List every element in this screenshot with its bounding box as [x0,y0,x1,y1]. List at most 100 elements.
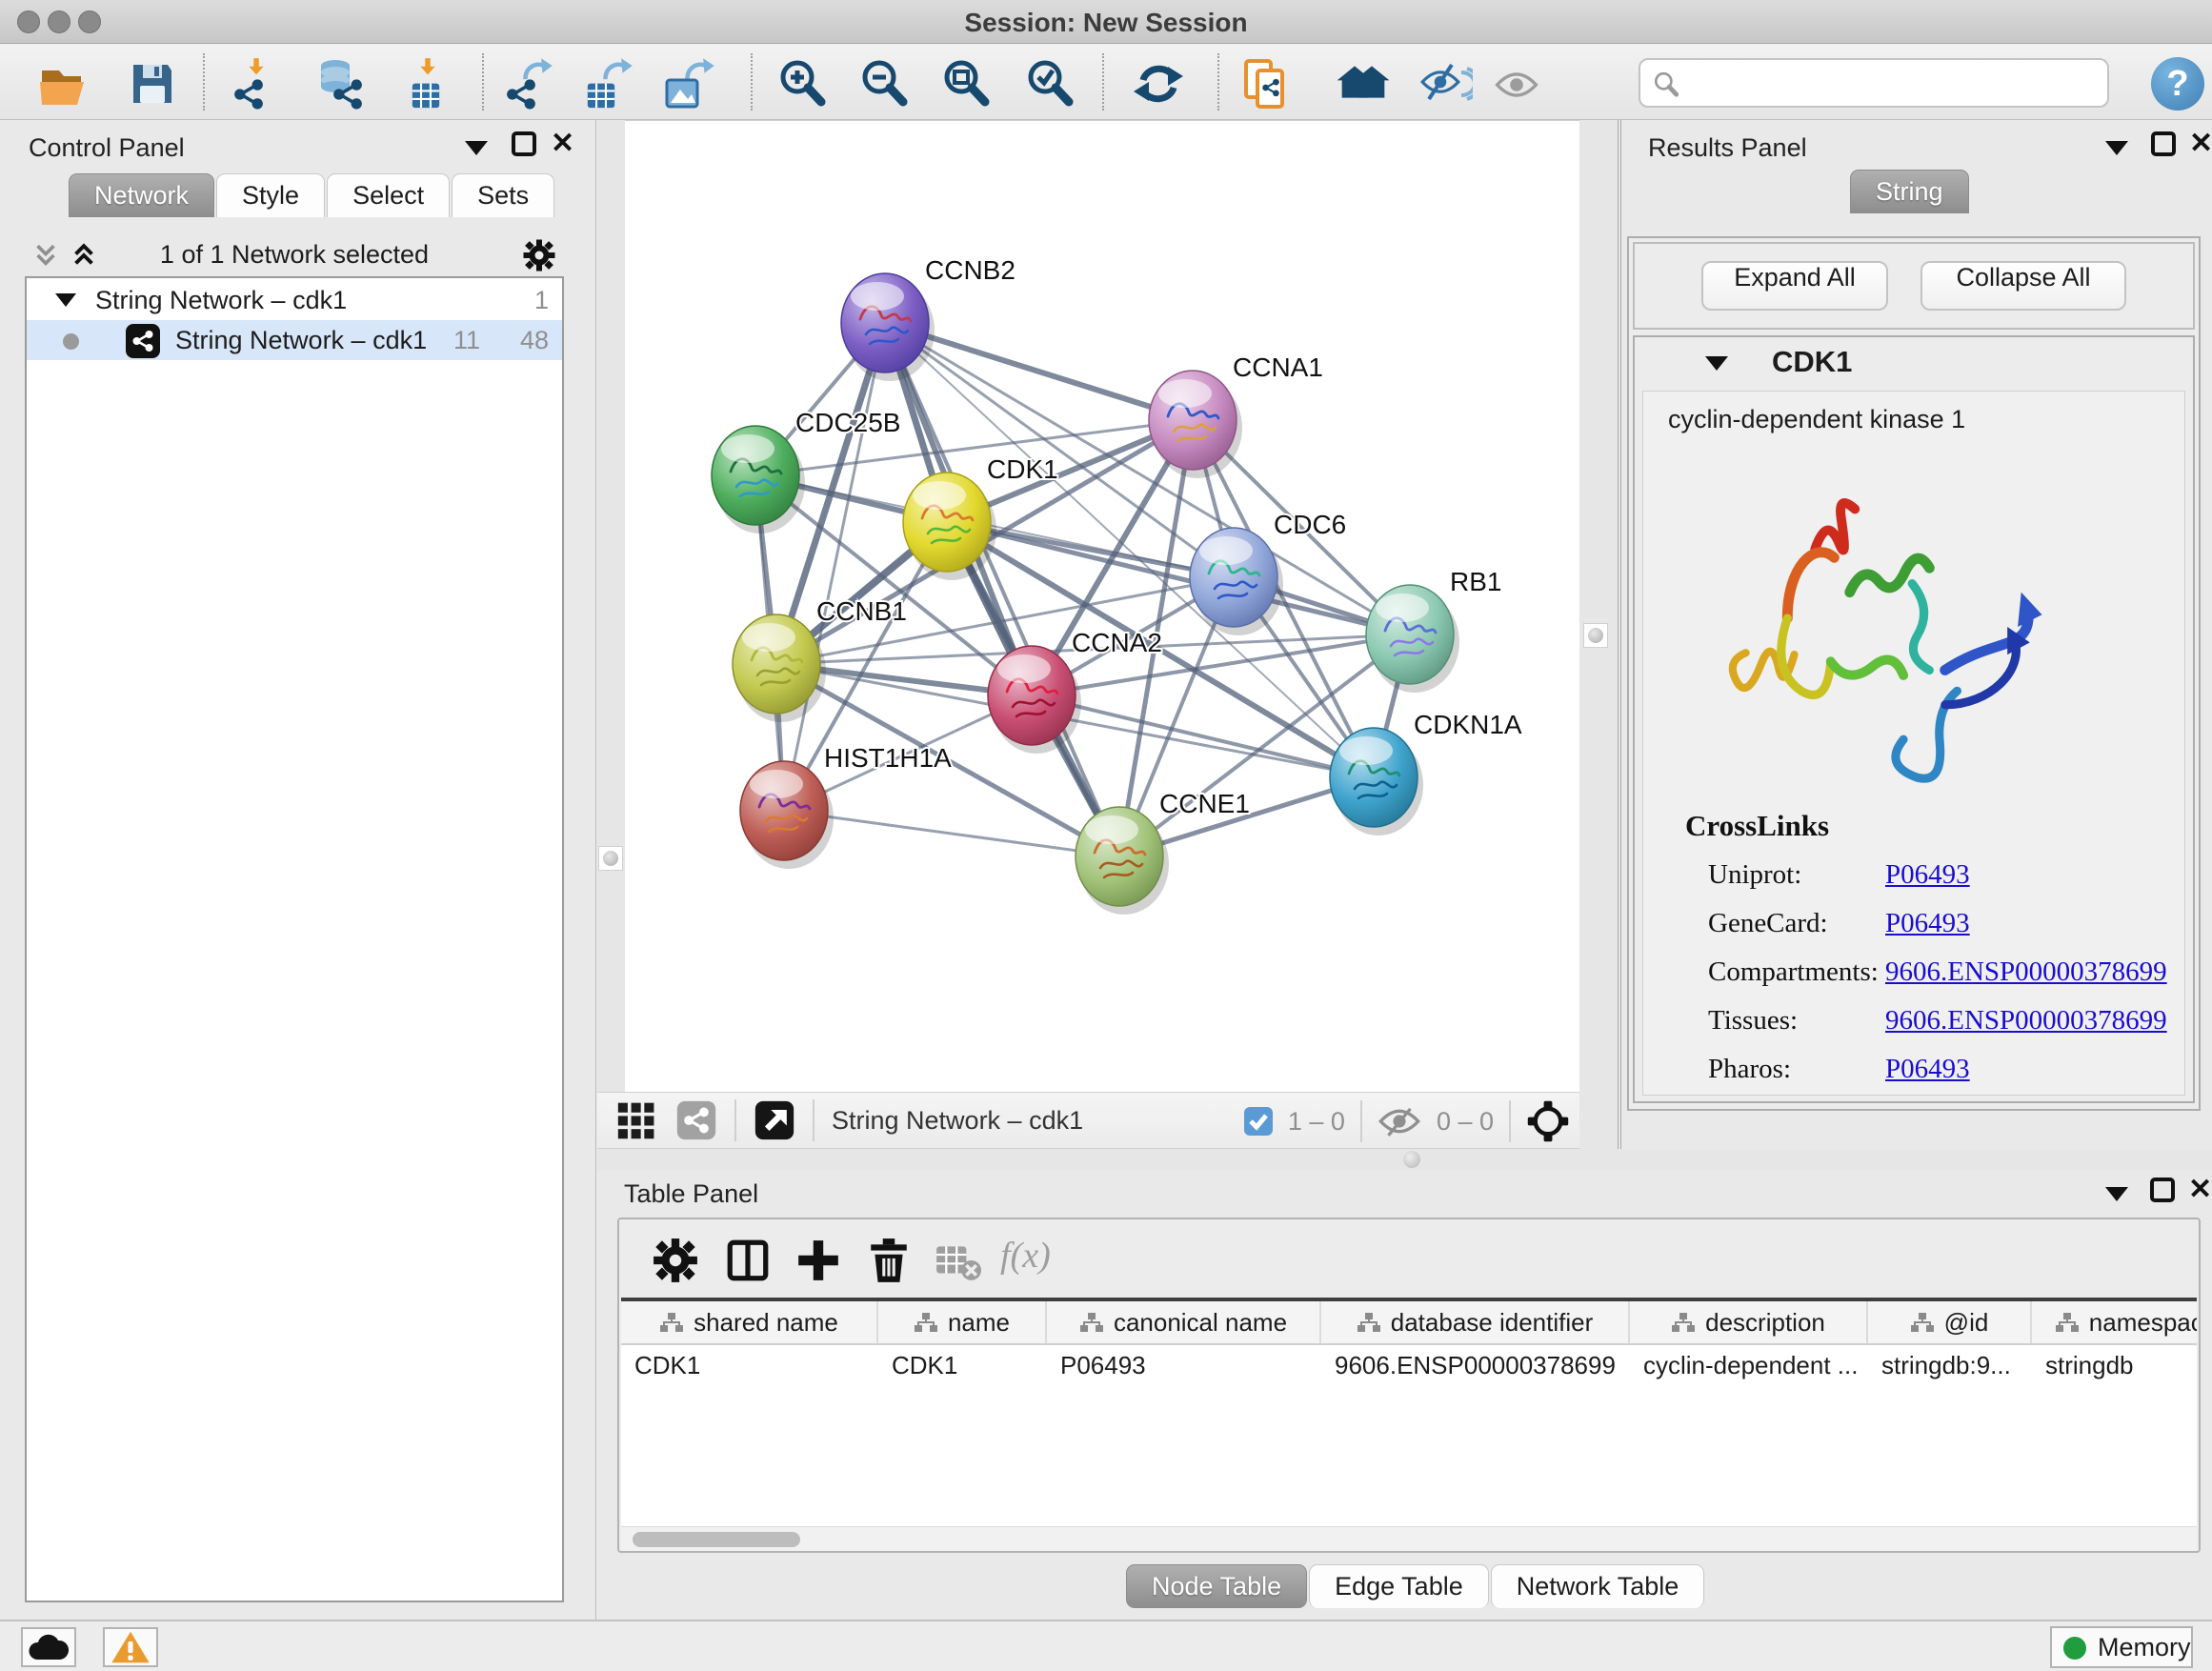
export-image-icon[interactable] [665,57,718,111]
table-panel-float-icon[interactable] [2150,1178,2175,1202]
network-options-gear-icon[interactable] [522,238,556,272]
cell-shared-name[interactable]: CDK1 [621,1345,878,1387]
table-panel-close-icon[interactable]: ✕ [2188,1178,2212,1202]
horizontal-splitter[interactable] [597,1149,2212,1170]
tab-style[interactable]: Style [216,173,325,217]
tab-select[interactable]: Select [327,173,450,217]
selected-checkbox[interactable] [1244,1107,1273,1136]
table-options-gear-icon[interactable] [652,1237,699,1284]
tab-node-table[interactable]: Node Table [1126,1564,1307,1608]
expand-all-button[interactable]: Expand All [1701,261,1888,311]
right-splitter[interactable] [1579,120,1621,1170]
zoom-selected-icon[interactable] [1023,57,1076,111]
string-view-icon[interactable] [675,1099,717,1141]
zoom-out-icon[interactable] [857,57,911,111]
right-splitter-handle[interactable] [1583,623,1608,648]
results-panel-menu-caret-icon[interactable] [2105,141,2128,155]
column-header[interactable]: database identifier [1321,1301,1630,1343]
crosslink-link[interactable]: P06493 [1885,908,1970,939]
network-collection-label: String Network – cdk1 [95,286,347,315]
control-panel-close-icon[interactable]: ✕ [551,131,574,156]
column-header[interactable]: canonical name [1047,1301,1321,1343]
node-CCNA1[interactable]: CCNA1 [1149,352,1323,478]
memory-button[interactable]: Memory [2050,1626,2193,1668]
show-panels-icon[interactable] [1490,57,1543,111]
cell-id[interactable]: stringdb:9... [1868,1345,2032,1387]
tree-expand-caret-icon[interactable] [55,293,76,307]
cell-database-identifier[interactable]: 9606.ENSP00000378699 [1321,1345,1630,1387]
tab-string[interactable]: String [1850,170,1969,213]
network-view-toolbar: String Network – cdk1 1 – 0 0 – 0 [597,1092,1579,1149]
home-icon[interactable] [1336,57,1389,111]
column-header[interactable]: @id [1868,1301,2032,1343]
export-network-icon[interactable] [503,57,556,111]
create-column-plus-icon[interactable] [794,1237,842,1284]
delete-table-icon[interactable] [934,1237,981,1284]
network-collection-row[interactable]: String Network – cdk1 1 [27,280,562,320]
cloud-status-button[interactable] [21,1627,76,1667]
column-header[interactable]: name [878,1301,1047,1343]
horizontal-splitter-handle[interactable] [1403,1151,1420,1168]
show-columns-icon[interactable] [724,1237,772,1284]
column-header[interactable]: shared name [621,1301,878,1343]
table-horizontal-scrollbar[interactable] [621,1526,2197,1551]
tab-network[interactable]: Network [69,173,214,217]
fit-selected-crosshair-icon[interactable] [1526,1099,1570,1143]
results-panel-close-icon[interactable]: ✕ [2189,131,2212,156]
delete-column-trash-icon[interactable] [865,1237,913,1284]
node-CCNE1[interactable]: CCNE1 [1076,789,1250,915]
import-table-icon[interactable] [400,57,453,111]
node-CDC6[interactable]: CDC6 [1190,510,1346,635]
gene-section-header[interactable]: CDK1 [1635,337,2193,389]
network-graph[interactable]: CCNB2CCNA1CDC25BCDK1CDC6RB1CCNB1CCNA2CDK… [625,121,1579,1093]
save-session-icon[interactable] [126,57,179,111]
left-splitter[interactable] [597,120,625,1170]
node-CDK1[interactable]: CDK1 [903,454,1058,580]
hide-panels-icon[interactable] [1419,57,1473,111]
network-row[interactable]: String Network – cdk1 11 48 [27,320,562,360]
cell-namespace[interactable]: stringdb [2032,1345,2197,1387]
crosslink-link[interactable]: P06493 [1885,1054,1970,1085]
edge-HIST1H1A-CCNE1[interactable] [784,811,1119,856]
search-input[interactable] [1688,64,2098,102]
export-table-icon[interactable] [583,57,636,111]
refresh-icon[interactable] [1132,57,1185,111]
cell-name[interactable]: CDK1 [878,1345,1047,1387]
node-CDKN1A[interactable]: CDKN1A [1330,710,1522,836]
crosslink-link[interactable]: 9606.ENSP00000378699 [1885,1005,2167,1037]
function-builder-icon[interactable]: f(x) [1000,1235,1051,1277]
birds-eye-view-icon[interactable] [754,1099,795,1141]
view-grid-icon[interactable] [616,1099,658,1141]
open-session-icon[interactable] [36,57,90,111]
network-canvas[interactable]: CCNB2CCNA1CDC25BCDK1CDC6RB1CCNB1CCNA2CDK… [625,120,1579,1092]
results-panel-float-icon[interactable] [2151,131,2176,156]
cell-canonical-name[interactable]: P06493 [1047,1345,1321,1387]
help-button[interactable]: ? [2151,57,2204,111]
table-panel-menu-caret-icon[interactable] [2105,1187,2128,1201]
node-RB1[interactable]: RB1 [1366,567,1501,693]
copy-network-icon[interactable] [1240,57,1294,111]
control-panel-menu-caret-icon[interactable] [465,141,488,155]
node-HIST1H1A[interactable]: HIST1H1A [740,743,952,869]
warnings-button[interactable] [103,1627,158,1667]
scrollbar-thumb[interactable] [633,1532,800,1547]
crosslink-link[interactable]: P06493 [1885,859,1970,891]
zoom-in-icon[interactable] [775,57,829,111]
tab-edge-table[interactable]: Edge Table [1309,1564,1489,1608]
column-header[interactable]: namespace [2032,1301,2197,1343]
tab-sets[interactable]: Sets [452,173,554,217]
import-database-icon[interactable] [312,57,366,111]
control-panel-float-icon[interactable] [512,131,536,156]
cell-description[interactable]: cyclin-dependent ... [1630,1345,1868,1387]
gene-collapse-caret-icon[interactable] [1705,356,1728,371]
edge-CCNA2-CDKN1A[interactable] [1032,695,1374,777]
tab-network-table[interactable]: Network Table [1491,1564,1705,1608]
crosslink-link[interactable]: 9606.ENSP00000378699 [1885,956,2167,988]
table-row[interactable]: CDK1 CDK1 P06493 9606.ENSP00000378699 cy… [621,1345,2197,1387]
collapse-all-button[interactable]: Collapse All [1920,261,2126,311]
edge-CCNB2-CCNE1[interactable] [885,323,1119,856]
import-network-icon[interactable] [229,57,282,111]
column-header[interactable]: description [1630,1301,1868,1343]
left-splitter-handle[interactable] [598,846,623,871]
zoom-fit-icon[interactable] [939,57,993,111]
